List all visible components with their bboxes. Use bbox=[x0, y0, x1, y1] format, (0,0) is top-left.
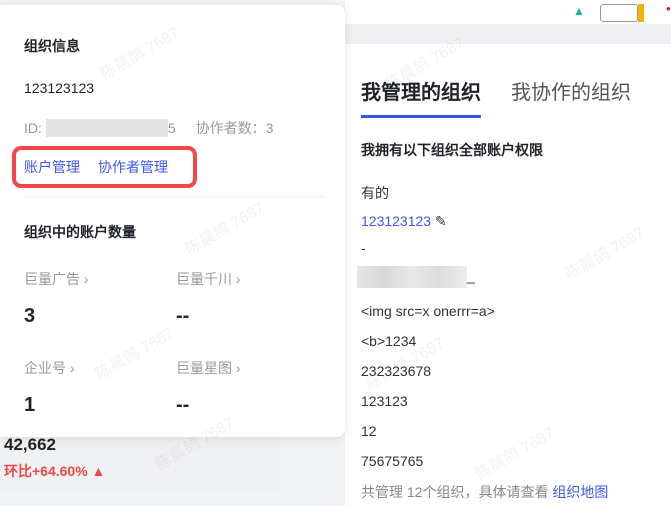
popover-title: 组织信息 bbox=[24, 38, 80, 54]
manage-links-highlight: 账户管理 协作者管理 bbox=[12, 146, 197, 188]
blurred-org-item: _ bbox=[357, 266, 475, 288]
stat-label-qianchuan[interactable]: 巨量千川 › bbox=[176, 269, 241, 289]
footer-note: 共管理 12个组织，具体请查看 组织地图 bbox=[361, 482, 608, 502]
id-suffix: 5 bbox=[167, 120, 176, 136]
id-row: ID: 5 协作者数：3 bbox=[24, 118, 273, 138]
collaborator-manage-link[interactable]: 协作者管理 bbox=[98, 157, 168, 177]
stat-value-ocean-engine: 3 bbox=[24, 305, 36, 327]
stat-value-qianchuan: -- bbox=[176, 305, 190, 327]
org-item: <b>1234 bbox=[361, 333, 417, 349]
org-item: 有的 bbox=[361, 185, 389, 201]
change-rate: 环比+64.60% ▲ bbox=[4, 463, 106, 479]
org-item: 123123 bbox=[361, 393, 408, 409]
account-manage-link[interactable]: 账户管理 bbox=[24, 157, 80, 177]
id-label: ID: bbox=[24, 120, 42, 136]
stat-value-xingtu: -- bbox=[176, 394, 190, 416]
illustration-icon bbox=[638, 4, 644, 22]
stat-value-enterprise: 1 bbox=[24, 394, 36, 416]
stat-label-ocean-engine[interactable]: 巨量广告 › bbox=[24, 269, 89, 289]
org-map-link[interactable]: 组织地图 bbox=[552, 484, 608, 500]
accounts-title: 组织中的账户数量 bbox=[24, 224, 136, 240]
org-info-popover: 组织信息 123123123 ID: 5 协作者数：3 账户管理 协作者管理 组… bbox=[0, 5, 345, 437]
collaborator-count: 协作者数：3 bbox=[195, 120, 274, 136]
notification-dot-icon: ● bbox=[666, 4, 671, 13]
org-item: 12 bbox=[361, 423, 377, 439]
stat-label-enterprise[interactable]: 企业号 › bbox=[24, 358, 75, 378]
id-redacted bbox=[45, 119, 168, 137]
stat-value: 42,662 bbox=[4, 435, 56, 454]
tabs: 我管理的组织 我协作的组织 bbox=[361, 76, 631, 118]
top-bar: ▲ ● bbox=[345, 0, 671, 24]
tab-collaborated-orgs[interactable]: 我协作的组织 bbox=[511, 76, 631, 118]
org-item: - bbox=[361, 240, 366, 256]
org-name-link[interactable]: 123123123 bbox=[361, 213, 431, 229]
org-item: 75675765 bbox=[361, 453, 424, 469]
org-item-editable: 123123123 ✎ bbox=[361, 213, 447, 230]
stats-card: 42,662 环比+64.60% ▲ bbox=[0, 435, 280, 493]
triangle-icon: ▲ bbox=[573, 4, 585, 18]
org-panel: 我管理的组织 我协作的组织 我拥有以下组织全部账户权限 有的 123123123… bbox=[345, 44, 671, 506]
footer-text: 共管理 12个组织，具体请查看 bbox=[361, 484, 553, 500]
illustration-icon bbox=[600, 4, 638, 22]
header-divider bbox=[345, 24, 671, 44]
tab-managed-orgs[interactable]: 我管理的组织 bbox=[361, 76, 481, 118]
org-item: <img src=x onerrr=a> bbox=[361, 303, 495, 319]
edit-icon[interactable]: ✎ bbox=[435, 213, 447, 229]
section-title: 我拥有以下组织全部账户权限 bbox=[361, 142, 543, 158]
org-item: 232323678 bbox=[361, 363, 432, 379]
org-name: 123123123 bbox=[24, 80, 95, 96]
stat-label-xingtu[interactable]: 巨量星图 › bbox=[176, 358, 241, 378]
divider bbox=[24, 196, 325, 197]
